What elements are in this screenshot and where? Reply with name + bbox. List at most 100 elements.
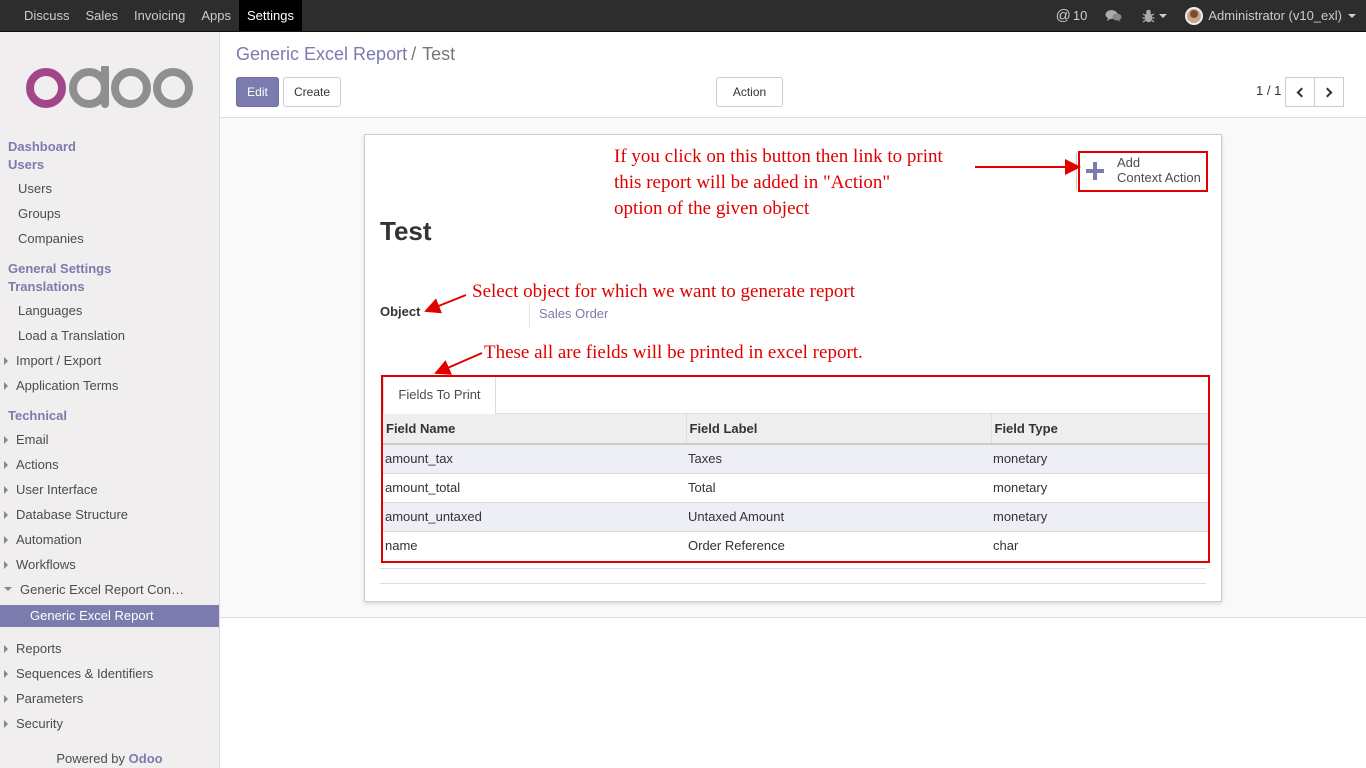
powered-by-label: Powered by [56,751,126,766]
sidebar-item-generic-excel-report[interactable]: Generic Excel Report [0,605,219,627]
annotation-context-line3: option of the given object [614,198,810,219]
action-dropdown[interactable]: Action [716,77,783,123]
sidebar-item-email[interactable]: Email [4,432,49,447]
messages-button[interactable] [1095,9,1132,23]
chevron-left-icon [1296,87,1307,97]
avatar [1185,6,1204,25]
sidebar-item-label: Reports [16,641,62,656]
sidebar-item-generic-excel-report-config[interactable]: Generic Excel Report Con… [4,582,184,597]
debug-menu-button[interactable] [1132,9,1177,23]
action-label: Action [732,85,767,99]
caret-right-icon [4,694,8,703]
caret-right-icon [4,460,8,469]
annotation-context-line2: this report will be added in "Action" [614,172,891,193]
mentions-button[interactable]: @ 10 [1048,7,1096,24]
sidebar-item-security[interactable]: Security [4,716,63,731]
sidebar-item-import-export[interactable]: Import / Export [4,353,101,368]
caret-right-icon [4,381,8,390]
object-field-label: Object [380,304,421,319]
mentions-count: 10 [1072,8,1088,23]
caret-down-icon [1348,13,1356,18]
pager-next-button[interactable] [1314,77,1344,107]
sidebar-item-reports[interactable]: Reports [4,641,62,656]
caret-right-icon [4,669,8,678]
sidebar-item-groups[interactable]: Groups [18,206,61,221]
menu-discuss[interactable]: Discuss [16,0,78,31]
odoo-logo [26,66,193,108]
powered-by: Powered by Odoo [0,751,219,766]
sidebar-item-automation[interactable]: Automation [4,532,82,547]
divider [380,583,1206,584]
sidebar-section-users[interactable]: Users [8,157,44,172]
sidebar-item-label: Workflows [16,557,76,572]
divider [380,568,1206,569]
caret-right-icon [4,356,8,365]
top-navbar: Discuss Sales Invoicing Apps Settings @ … [0,0,1366,32]
menu-sales[interactable]: Sales [78,0,127,31]
annotation-highlight-fields [381,375,1210,563]
chat-bubbles-icon [1105,9,1122,22]
record-title: Test [380,216,432,246]
sidebar-item-label: Generic Excel Report Con… [20,582,185,597]
pager-value[interactable]: 1 / 1 [1256,83,1281,98]
sidebar-item-label: Automation [16,532,82,547]
menu-invoicing[interactable]: Invoicing [126,0,193,31]
breadcrumb-separator: / [411,44,417,64]
sidebar-item-actions[interactable]: Actions [4,457,59,472]
caret-down-icon [1159,13,1168,18]
sidebar-item-user-interface[interactable]: User Interface [4,482,98,497]
caret-right-icon [4,644,8,653]
sidebar-item-languages[interactable]: Languages [18,303,82,318]
sidebar-item-label: Sequences & Identifiers [16,666,154,681]
sidebar-section-translations[interactable]: Translations [8,279,85,294]
pager-previous-button[interactable] [1285,77,1315,107]
sidebar-section-dashboard[interactable]: Dashboard [8,139,76,154]
control-panel: Generic Excel Report / Test Edit Create Ac… [220,32,1366,123]
caret-right-icon [4,485,8,494]
systray: @ 10 Administrator (v10_exl) [1048,0,1366,31]
sidebar: Dashboard Users Users Groups Companies G… [0,32,220,768]
annotation-fields: These all are fields will be printed in … [484,342,863,363]
sidebar-item-label: Security [16,716,63,731]
edit-button[interactable]: Edit [236,77,279,107]
user-menu[interactable]: Administrator (v10_exl) [1177,6,1366,25]
chevron-right-icon [1322,87,1333,97]
sidebar-item-label: Application Terms [16,378,119,393]
sidebar-item-database-structure[interactable]: Database Structure [4,507,128,522]
powered-by-link[interactable]: Odoo [129,751,163,766]
sidebar-item-application-terms[interactable]: Application Terms [4,378,118,393]
breadcrumb-current: Test [422,44,456,64]
sidebar-item-companies[interactable]: Companies [18,231,84,246]
app-menu: Discuss Sales Invoicing Apps Settings [16,0,302,31]
annotation-highlight-context [1078,151,1208,192]
sidebar-section-technical[interactable]: Technical [8,408,67,423]
menu-settings[interactable]: Settings [239,0,302,31]
at-icon: @ [1055,7,1071,24]
create-button[interactable]: Create [283,77,341,107]
sidebar-item-parameters[interactable]: Parameters [4,691,83,706]
bug-icon [1142,9,1155,23]
breadcrumb-parent[interactable]: Generic Excel Report [236,44,407,64]
sidebar-item-workflows[interactable]: Workflows [4,557,76,572]
sidebar-item-label: User Interface [16,482,98,497]
annotation-context-line1: If you click on this button then link to… [614,146,943,167]
breadcrumb: Generic Excel Report / Test [236,44,455,65]
caret-right-icon [4,435,8,444]
user-name: Administrator (v10_exl) [1208,8,1342,23]
field-divider [529,302,530,328]
sidebar-item-label: Email [16,432,49,447]
caret-right-icon [4,535,8,544]
menu-apps[interactable]: Apps [193,0,239,31]
caret-right-icon [4,560,8,569]
sidebar-item-label: Import / Export [16,353,102,368]
sidebar-item-load-translation[interactable]: Load a Translation [18,328,125,343]
object-field-value[interactable]: Sales Order [539,306,608,321]
sidebar-item-sequences[interactable]: Sequences & Identifiers [4,666,153,681]
sidebar-item-label: Parameters [16,691,84,706]
caret-right-icon [4,510,8,519]
sidebar-item-label: Actions [16,457,59,472]
sidebar-section-general-settings[interactable]: General Settings [8,261,111,276]
caret-down-icon [4,586,12,591]
sidebar-item-label: Database Structure [16,507,129,522]
sidebar-item-users[interactable]: Users [18,181,52,196]
